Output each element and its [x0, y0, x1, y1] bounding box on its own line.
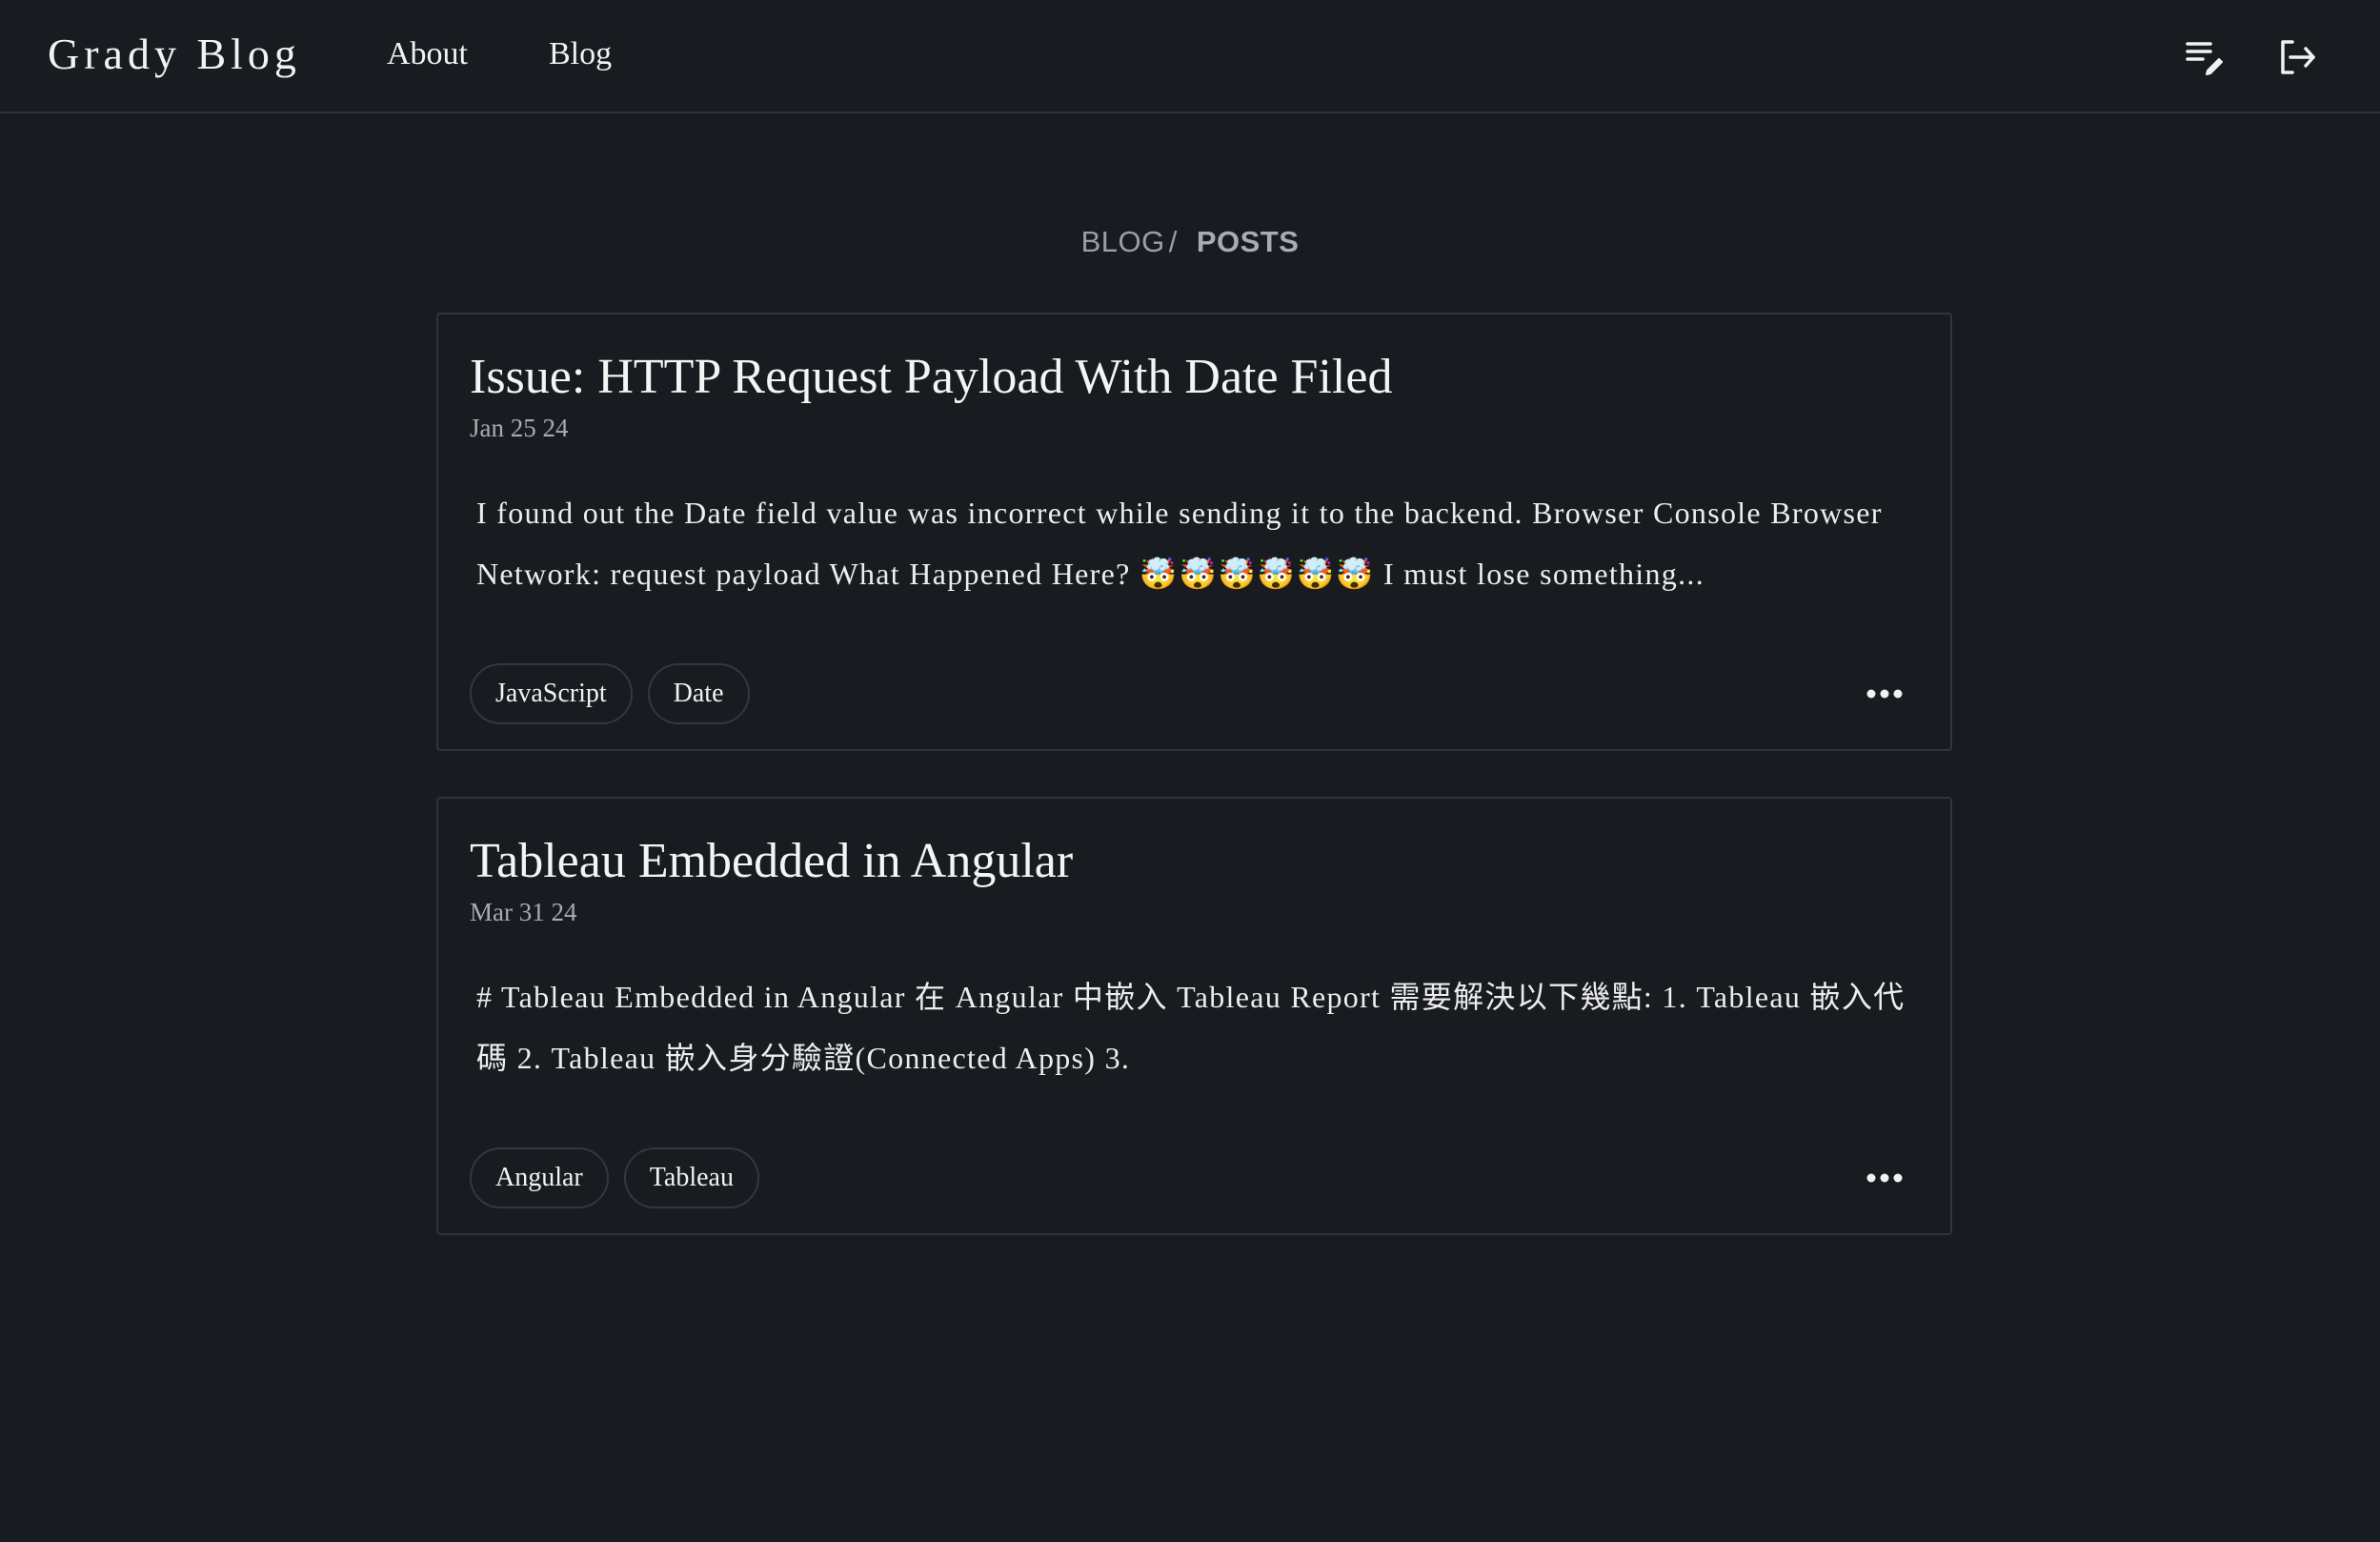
post-card: Issue: HTTP Request Payload With Date Fi… [436, 313, 1952, 751]
edit-list-icon[interactable] [2182, 34, 2228, 80]
post-excerpt: # Tableau Embedded in Angular 在 Angular … [476, 980, 1906, 1075]
tag-chip[interactable]: JavaScript [470, 663, 633, 724]
breadcrumb-current: POSTS [1196, 225, 1300, 258]
top-navbar: Grady Blog About Blog [0, 0, 2380, 113]
nav-link-about[interactable]: About [387, 36, 468, 72]
breadcrumb: BLOG / POSTS [0, 225, 2380, 259]
more-options-icon[interactable] [1856, 1159, 1913, 1197]
tag-list: Angular Tableau [470, 1147, 759, 1208]
logout-icon[interactable] [2273, 34, 2319, 80]
more-options-icon[interactable] [1856, 675, 1913, 713]
site-brand[interactable]: Grady Blog [48, 29, 301, 79]
post-title[interactable]: Issue: HTTP Request Payload With Date Fi… [470, 349, 1392, 405]
nav-link-blog[interactable]: Blog [549, 36, 612, 72]
post-card: Tableau Embedded in Angular Mar 31 24 # … [436, 797, 1952, 1235]
tag-chip[interactable]: Tableau [623, 1147, 759, 1208]
post-date: Mar 31 24 [470, 898, 577, 926]
tag-chip[interactable]: Date [647, 663, 750, 724]
post-date: Jan 25 24 [470, 414, 569, 442]
post-title[interactable]: Tableau Embedded in Angular [470, 833, 1073, 889]
tag-chip[interactable]: Angular [470, 1147, 609, 1208]
breadcrumb-separator: / [1168, 225, 1178, 258]
breadcrumb-parent[interactable]: BLOG [1081, 225, 1165, 258]
post-excerpt: I found out the Date field value was inc… [476, 496, 1883, 591]
tag-list: JavaScript Date [470, 663, 750, 724]
